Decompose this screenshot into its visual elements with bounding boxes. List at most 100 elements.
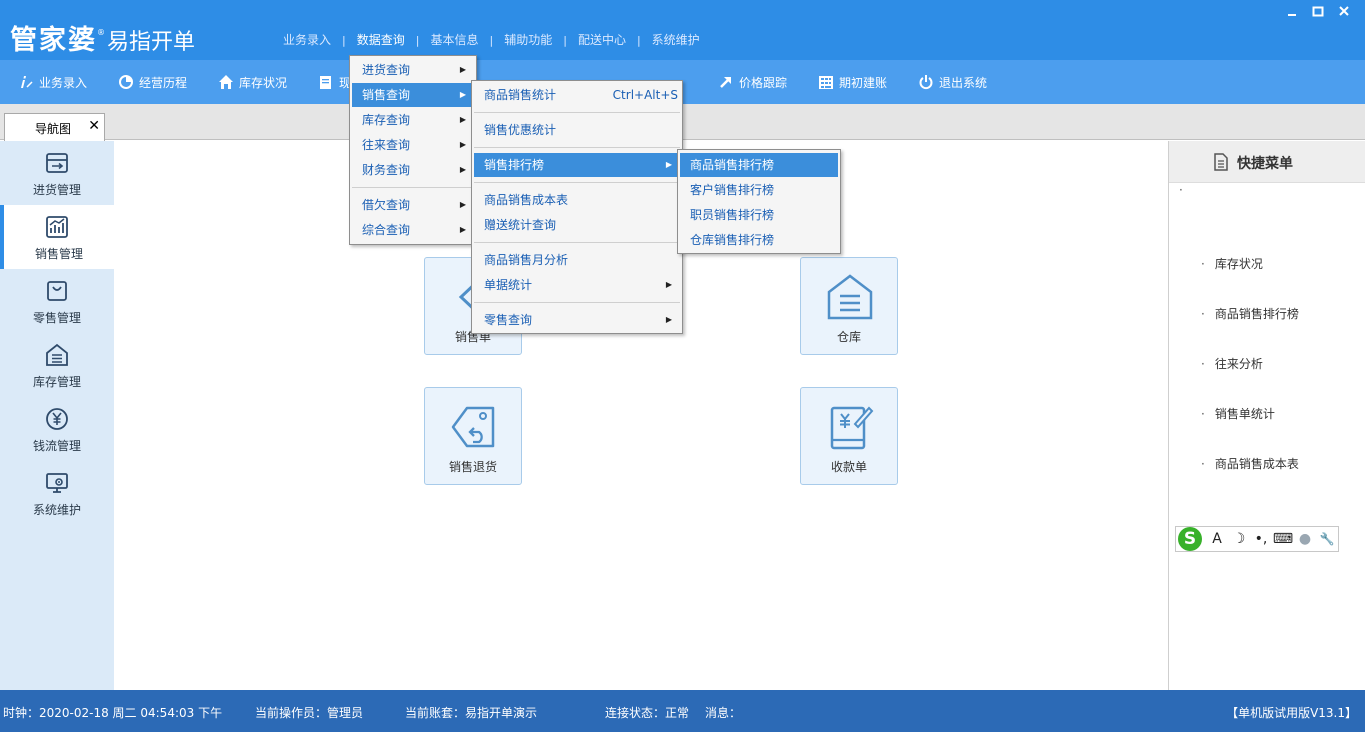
- menu-item-purchase-query[interactable]: 进货查询 ▶: [352, 58, 474, 82]
- toolbar-exit-system[interactable]: 退出系统: [918, 60, 987, 104]
- submenu-arrow-icon: ▶: [459, 90, 466, 99]
- toolbar-label: 业务录入: [39, 75, 88, 90]
- menu-item-inventory-query[interactable]: 库存查询 ▶: [352, 108, 474, 132]
- arrow-up-right-icon: [720, 77, 731, 88]
- card-receipt[interactable]: 收款单: [800, 387, 898, 485]
- menu-item-debt-query[interactable]: 借欠查询 ▶: [352, 193, 474, 217]
- quick-menu-title: 快捷菜单: [1237, 156, 1293, 172]
- quick-item-label: 销售单统计: [1214, 407, 1275, 421]
- menu-separator: [474, 147, 680, 148]
- menu-item-transaction-query[interactable]: 往来查询 ▶: [352, 133, 474, 157]
- sidebar-item-inventory[interactable]: 库存管理: [0, 333, 114, 397]
- top-menu-system-maintenance[interactable]: 系统维护: [641, 30, 711, 50]
- sidebar-item-sales[interactable]: 销售管理: [0, 205, 114, 269]
- menu-item-product-sales-statistics[interactable]: 商品销售统计 Ctrl+Alt+S: [474, 83, 680, 107]
- monitor-gear-icon: [46, 473, 68, 493]
- bullet: ·: [1201, 357, 1205, 371]
- maximize-button[interactable]: [1305, 4, 1331, 20]
- toolbar-cash[interactable]: 现: [318, 60, 351, 104]
- quick-item-label: 商品销售成本表: [1214, 457, 1299, 471]
- menu-label: 销售查询: [362, 88, 411, 102]
- tab-close-icon[interactable]: ✕: [88, 118, 100, 134]
- menu-item-sales-ranking[interactable]: 销售排行榜 ▶: [474, 153, 680, 177]
- data-query-menu: 进货查询 ▶ 销售查询 ▶ 库存查询 ▶ 往来查询 ▶ 财务查询 ▶ 借欠查询 ▶ 综合查询…: [349, 55, 477, 245]
- top-menu-distribution[interactable]: 配送中心: [567, 30, 637, 50]
- bullet: ·: [1201, 257, 1205, 271]
- minimize-icon: [1288, 14, 1296, 16]
- sidebar-label: 系统维护: [32, 503, 81, 517]
- toolbar-business-entry[interactable]: 业务录入: [18, 60, 87, 104]
- tab-label: 导航图: [35, 122, 72, 136]
- ime-keyboard-icon[interactable]: ⌨: [1272, 531, 1294, 547]
- ime-wrench-icon[interactable]: 🔧: [1316, 532, 1338, 546]
- pie-chart-icon: [119, 75, 133, 89]
- toolbar-price-tracking[interactable]: 价格跟踪: [718, 60, 787, 104]
- toolbar-opening-accounts[interactable]: 期初建账: [818, 60, 887, 104]
- ime-logo-icon[interactable]: S: [1178, 527, 1202, 551]
- quick-item-inventory-status[interactable]: · 库存状况: [1201, 255, 1263, 272]
- menu-separator: [352, 187, 474, 188]
- card-label: 收款单: [830, 460, 867, 474]
- toolbar-label: 价格跟踪: [739, 75, 788, 90]
- menu-item-product-sales-ranking[interactable]: 商品销售排行榜: [680, 153, 838, 177]
- quick-item-product-sales-cost[interactable]: · 商品销售成本表: [1201, 455, 1299, 472]
- status-account-set: 当前账套：易指开单演示: [405, 706, 538, 720]
- menu-label: 零售查询: [484, 313, 533, 327]
- menu-item-finance-query[interactable]: 财务查询 ▶: [352, 158, 474, 182]
- quick-item-sales-order-statistics[interactable]: · 销售单统计: [1201, 405, 1275, 422]
- card-label: 仓库: [836, 330, 861, 344]
- menu-label: 仓库销售排行榜: [690, 233, 775, 247]
- sidebar: 进货管理 销售管理 零售管理 库存管理 钱流管理 系统维护: [0, 141, 114, 690]
- menu-separator: [474, 242, 680, 243]
- top-menu-business-entry[interactable]: 业务录入: [272, 30, 342, 50]
- menu-item-document-statistics[interactable]: 单据统计 ▶: [474, 273, 680, 297]
- ime-user-icon[interactable]: ●: [1294, 531, 1316, 547]
- sidebar-label: 库存管理: [32, 375, 81, 389]
- window-controls: [1279, 4, 1357, 20]
- sidebar-item-retail[interactable]: 零售管理: [0, 269, 114, 333]
- menu-item-gift-statistics[interactable]: 赠送统计查询: [474, 213, 680, 237]
- minimize-button[interactable]: [1279, 4, 1305, 20]
- purchase-icon: [46, 153, 68, 173]
- sidebar-item-purchase[interactable]: 进货管理: [0, 141, 114, 205]
- menu-label: 借欠查询: [362, 198, 411, 212]
- menu-item-product-sales-cost[interactable]: 商品销售成本表: [474, 188, 680, 212]
- sidebar-item-cash-flow[interactable]: 钱流管理: [0, 397, 114, 461]
- shopping-bag-icon: [47, 281, 67, 301]
- quick-item-product-sales-ranking[interactable]: · 商品销售排行榜: [1201, 305, 1299, 322]
- sidebar-item-system-maintenance[interactable]: 系统维护: [0, 461, 114, 525]
- submenu-arrow-icon: ▶: [665, 315, 672, 324]
- submenu-arrow-icon: ▶: [665, 280, 672, 289]
- ime-char-icon[interactable]: A: [1206, 531, 1228, 547]
- ime-punctuation-icon[interactable]: •,: [1250, 531, 1272, 547]
- top-menu-data-query[interactable]: 数据查询: [346, 30, 416, 50]
- quick-item-account-analysis[interactable]: · 往来分析: [1201, 355, 1263, 372]
- menu-item-sales-query[interactable]: 销售查询 ▶: [352, 83, 474, 107]
- power-icon: [919, 75, 933, 90]
- menu-item-sales-discount-statistics[interactable]: 销售优惠统计: [474, 118, 680, 142]
- pen-icon: [21, 76, 33, 88]
- bullet: ·: [1201, 407, 1205, 421]
- menu-label: 单据统计: [484, 278, 533, 292]
- menu-separator: [474, 302, 680, 303]
- close-button[interactable]: [1331, 4, 1357, 20]
- menu-item-retail-query[interactable]: 零售查询 ▶: [474, 308, 680, 332]
- menu-item-staff-sales-ranking[interactable]: 职员销售排行榜: [680, 203, 838, 227]
- menu-separator: [474, 182, 680, 183]
- ime-moon-icon[interactable]: ☽: [1228, 531, 1250, 547]
- card-sales-return[interactable]: 销售退货: [424, 387, 522, 485]
- menu-item-monthly-sales-analysis[interactable]: 商品销售月分析: [474, 248, 680, 272]
- tab-navigation-map[interactable]: 导航图 ✕: [4, 113, 105, 141]
- top-menu-auxiliary[interactable]: 辅助功能: [493, 30, 563, 50]
- panel-dot: ·: [1179, 183, 1183, 197]
- menu-item-customer-sales-ranking[interactable]: 客户销售排行榜: [680, 178, 838, 202]
- card-warehouse[interactable]: 仓库: [800, 257, 898, 355]
- title-bar: 管家婆 ® 易指开单 业务录入 | 数据查询 | 基本信息 | 辅助功能 | 配…: [0, 0, 1365, 60]
- bullet: ·: [1201, 457, 1205, 471]
- menu-item-comprehensive-query[interactable]: 综合查询 ▶: [352, 218, 474, 242]
- toolbar-business-history[interactable]: 经营历程: [118, 60, 187, 104]
- top-menu-basic-info[interactable]: 基本信息: [419, 30, 489, 50]
- app-logo: 管家婆 ® 易指开单: [10, 18, 195, 56]
- toolbar-inventory-status[interactable]: 库存状况: [218, 60, 287, 104]
- menu-item-warehouse-sales-ranking[interactable]: 仓库销售排行榜: [680, 228, 838, 252]
